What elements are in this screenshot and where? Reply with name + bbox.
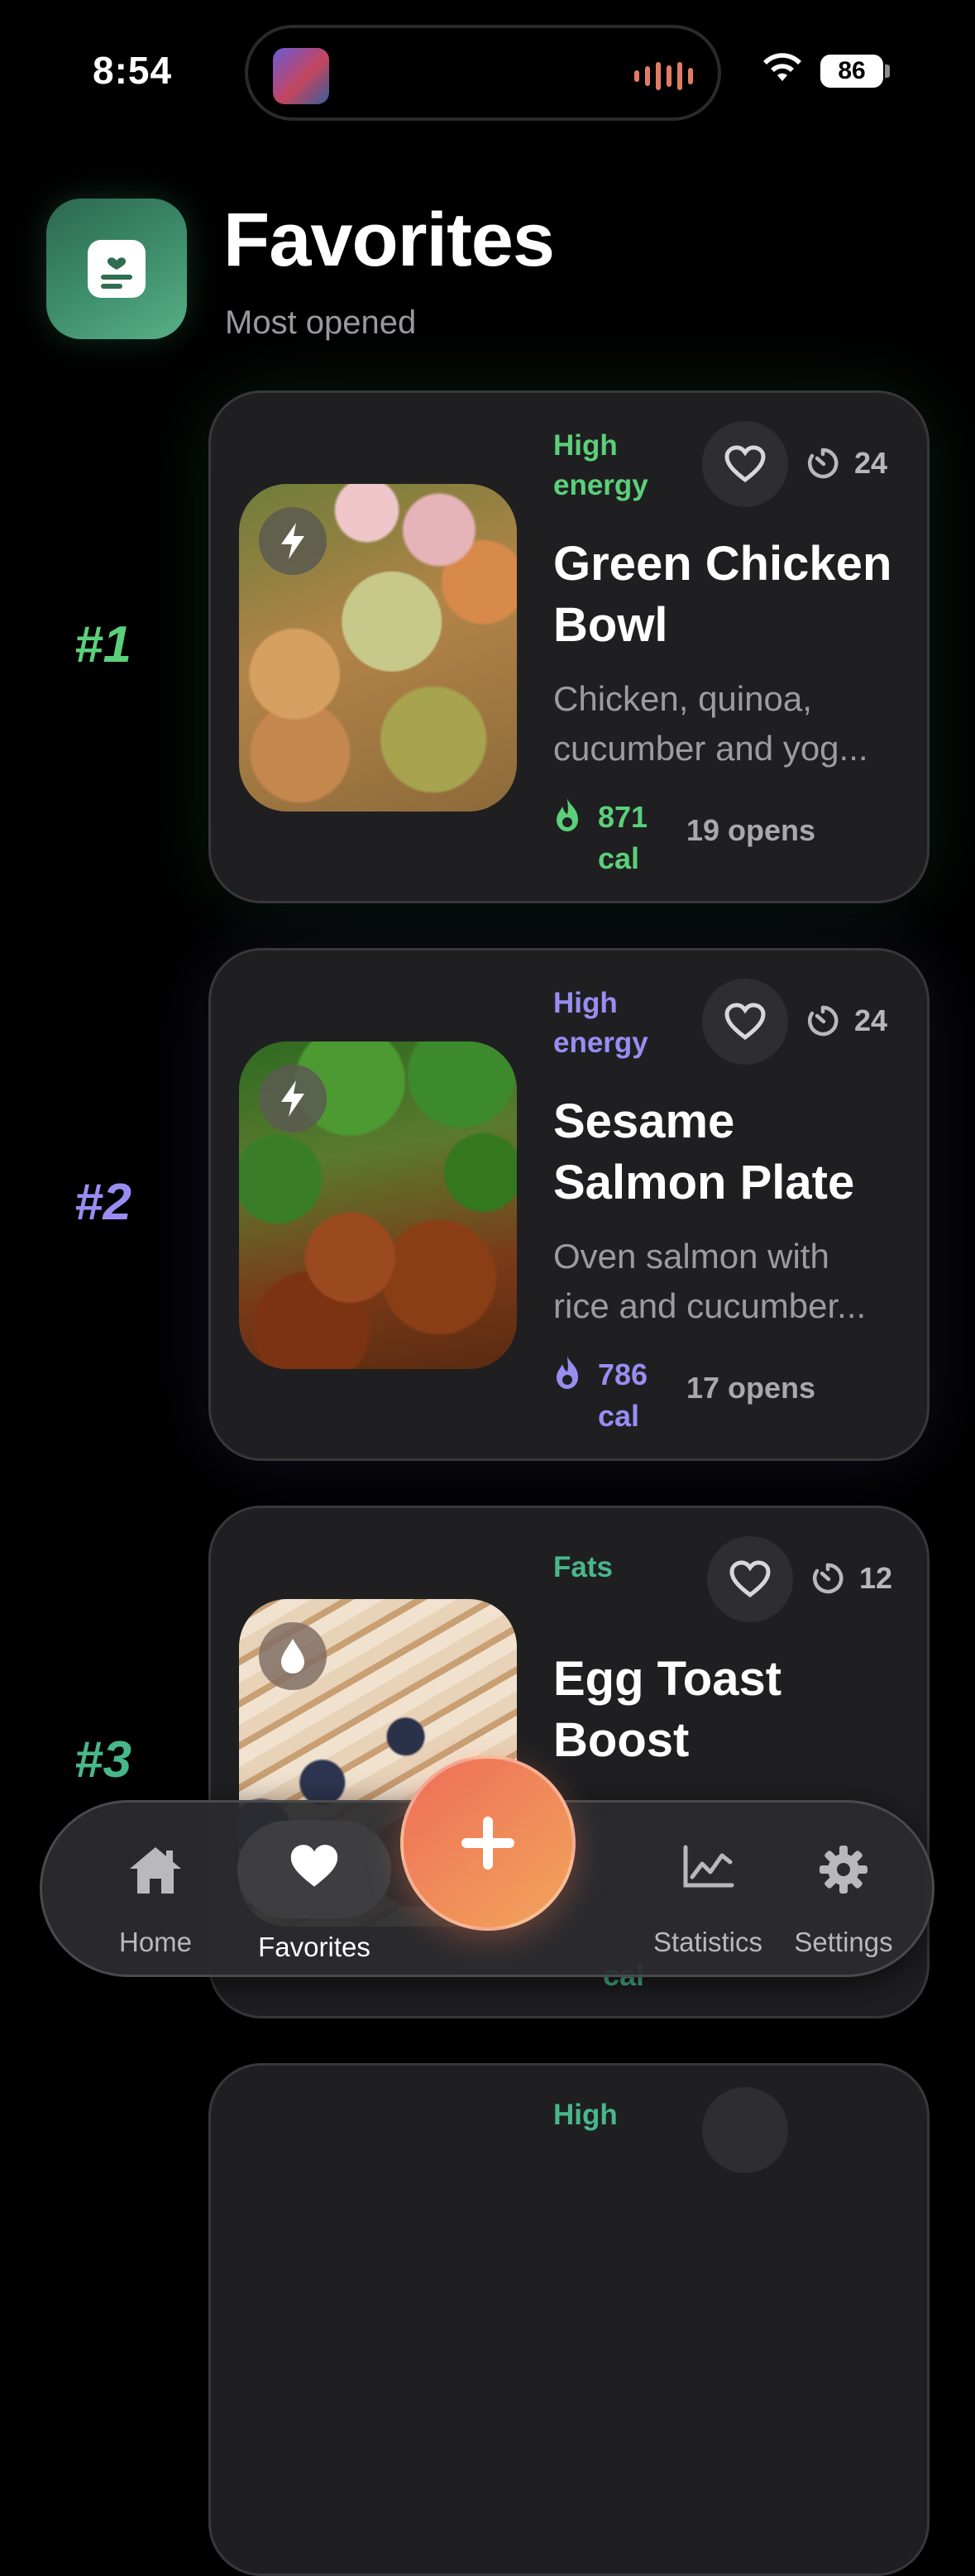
- favorite-card[interactable]: High energy 24 Sesame Salmon Plate Oven …: [208, 948, 930, 1461]
- now-playing-artwork: [273, 48, 329, 104]
- rank-label: #3: [74, 1731, 131, 1788]
- bolt-icon: [281, 1080, 304, 1117]
- favorite-button[interactable]: [702, 979, 788, 1065]
- wifi-icon: [763, 53, 801, 81]
- prep-time-value: 24: [854, 1003, 888, 1037]
- home-icon: [130, 1847, 181, 1894]
- recipe-name: Sesame Salmon Plate: [553, 1094, 855, 1209]
- description-line: cucumber and yog...: [553, 729, 868, 768]
- category-tag: Fats: [553, 1551, 613, 1583]
- prep-time-value: 12: [859, 1561, 893, 1595]
- bolt-icon: [281, 523, 304, 559]
- chart-icon: [683, 1845, 734, 1888]
- calorie-unit: cal: [598, 841, 640, 875]
- description-line: Chicken, quinoa,: [553, 679, 812, 718]
- page-subtitle: Most opened: [225, 304, 417, 341]
- description-line: Oven salmon with: [553, 1237, 829, 1276]
- recipe-description: Chicken, quinoa, cucumber and yog...: [553, 674, 909, 773]
- gear-icon: [820, 1846, 867, 1894]
- drop-badge: [259, 1622, 327, 1690]
- tab-home[interactable]: Home: [85, 1803, 226, 1980]
- prep-time: 24: [806, 446, 887, 481]
- heart-icon: [290, 1845, 338, 1887]
- tab-settings[interactable]: Settings: [757, 1803, 930, 1980]
- favorite-card[interactable]: High energy 24 Green Chicken Bowl Chicke…: [208, 390, 930, 903]
- tab-label: Home: [118, 1927, 193, 1957]
- food-photo: [239, 1041, 517, 1369]
- timer-icon: [807, 448, 839, 479]
- prep-time: 24: [806, 1003, 887, 1038]
- rank-label: #1: [74, 616, 131, 673]
- flame-icon: [557, 1356, 578, 1389]
- bolt-badge: [259, 1065, 327, 1132]
- heart-outline-icon: [729, 1560, 771, 1598]
- app-logo: [46, 199, 187, 339]
- favorite-button[interactable]: [707, 1536, 793, 1622]
- open-count: 19 opens: [686, 813, 816, 847]
- tab-favorites[interactable]: Favorites: [237, 1803, 391, 1980]
- heart-outline-icon: [724, 445, 766, 483]
- timer-icon: [807, 1005, 839, 1037]
- battery-tip: [885, 65, 890, 78]
- status-time: 8:54: [93, 49, 173, 92]
- calorie-unit: cal: [598, 1399, 640, 1433]
- recipe-name: Green Chicken Bowl: [553, 537, 892, 652]
- bolt-badge: [259, 507, 327, 575]
- calorie-value: 786: [598, 1357, 648, 1391]
- favorite-button[interactable]: [702, 2087, 788, 2173]
- tab-label: Settings: [794, 1927, 893, 1957]
- favorite-card[interactable]: High: [208, 2063, 930, 2576]
- prep-time-value: 24: [854, 446, 888, 480]
- battery-indicator: 86: [820, 55, 883, 88]
- recipe-card-icon: [101, 257, 132, 289]
- timer-icon: [812, 1563, 844, 1594]
- category-tag: High energy: [553, 987, 648, 1059]
- recipe-description: Oven salmon with rice and cucumber...: [553, 1232, 909, 1331]
- recipe-name: Egg Toast Boost: [553, 1652, 782, 1767]
- calories: 786 cal: [553, 1354, 664, 1437]
- audio-waveform-icon: [634, 61, 693, 91]
- food-photo: [239, 484, 517, 812]
- page-title: Favorites: [223, 198, 555, 282]
- drop-icon: [281, 1639, 304, 1673]
- calorie-value: 871: [598, 800, 648, 834]
- prep-time: 12: [811, 1561, 892, 1596]
- plus-icon: [461, 1817, 514, 1870]
- flame-icon: [557, 798, 578, 831]
- calories: 871 cal: [553, 797, 664, 879]
- favorite-button[interactable]: [702, 421, 788, 507]
- open-count: 17 opens: [686, 1371, 816, 1405]
- category-tag: High: [553, 2099, 618, 2131]
- dynamic-island[interactable]: [245, 25, 721, 121]
- description-line: rice and cucumber...: [553, 1286, 867, 1325]
- add-button[interactable]: [400, 1755, 576, 1931]
- rank-label: #2: [74, 1174, 131, 1231]
- heart-outline-icon: [724, 1003, 766, 1041]
- category-tag: High energy: [553, 429, 648, 501]
- tab-label: Favorites: [258, 1932, 370, 1962]
